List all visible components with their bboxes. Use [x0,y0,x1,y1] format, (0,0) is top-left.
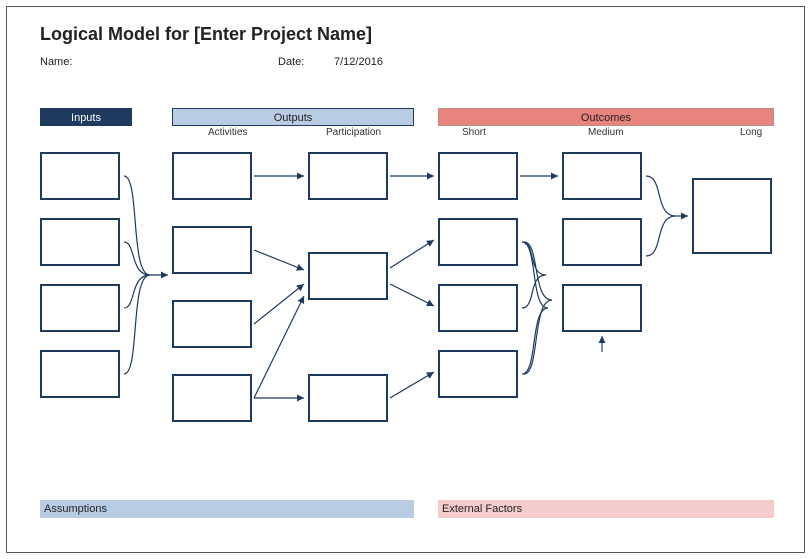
medium-box-1[interactable] [562,152,642,200]
medium-box-3[interactable] [562,284,642,332]
short-box-3[interactable] [438,284,518,332]
activity-box-4[interactable] [172,374,252,422]
banner-inputs: Inputs [40,108,132,126]
banner-outputs: Outputs [172,108,414,126]
value-date: 7/12/2016 [334,56,383,68]
sub-short: Short [462,127,486,138]
activity-box-3[interactable] [172,300,252,348]
participation-box-3[interactable] [308,374,388,422]
activity-box-1[interactable] [172,152,252,200]
page-title: Logical Model for [Enter Project Name] [40,24,372,45]
label-date: Date: [278,56,304,68]
label-name: Name: [40,56,72,68]
footer-assumptions: Assumptions [40,500,414,518]
participation-box-1[interactable] [308,152,388,200]
sub-activities: Activities [208,127,247,138]
short-box-1[interactable] [438,152,518,200]
page-frame [6,6,805,553]
input-box-2[interactable] [40,218,120,266]
sub-participation: Participation [326,127,381,138]
input-box-1[interactable] [40,152,120,200]
medium-box-2[interactable] [562,218,642,266]
short-box-4[interactable] [438,350,518,398]
short-box-2[interactable] [438,218,518,266]
banner-outcomes: Outcomes [438,108,774,126]
input-box-4[interactable] [40,350,120,398]
long-box-1[interactable] [692,178,772,254]
footer-external-factors: External Factors [438,500,774,518]
sub-long: Long [740,127,762,138]
activity-box-2[interactable] [172,226,252,274]
participation-box-2[interactable] [308,252,388,300]
sub-medium: Medium [588,127,624,138]
input-box-3[interactable] [40,284,120,332]
